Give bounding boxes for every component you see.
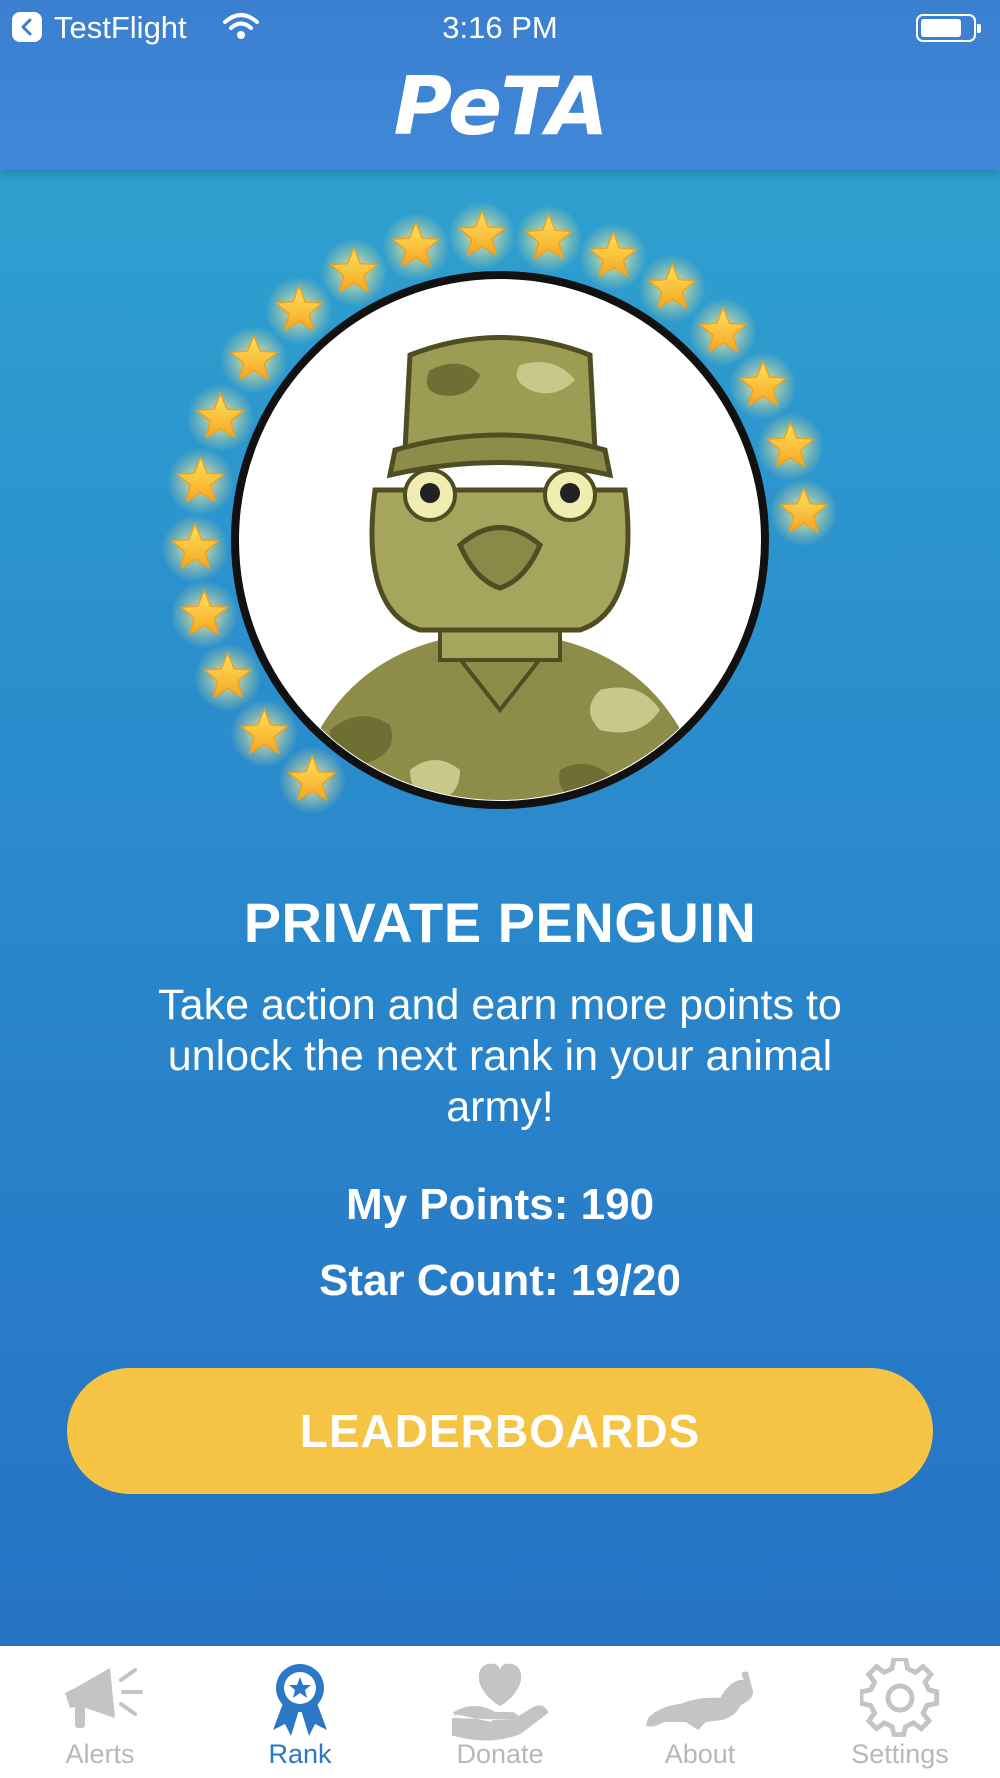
app-header: TestFlight 3:16 PM PeTA: [0, 0, 1000, 170]
status-time: 3:16 PM: [442, 10, 558, 45]
rank-title: PRIVATE PENGUIN: [243, 891, 757, 954]
star-count: Star Count: 19/20: [319, 1256, 681, 1305]
my-points: My Points: 190: [345, 1180, 655, 1229]
heart-hand-icon: [452, 1663, 549, 1741]
megaphone-icon: [65, 1668, 143, 1728]
rank-badge: [161, 201, 838, 815]
battery-icon: [916, 14, 981, 42]
tab-alerts[interactable]: Alerts: [0, 1646, 200, 1778]
rank-description: Take action and earn more points to unlo…: [158, 981, 842, 1131]
tab-bar: Alerts Rank Donate About Settings: [0, 1646, 1000, 1778]
ribbon-award-icon: [273, 1664, 327, 1736]
rabbit-icon: [646, 1671, 754, 1730]
tab-donate[interactable]: Donate: [400, 1646, 600, 1778]
leaderboards-button[interactable]: LEADERBOARDS: [67, 1368, 933, 1494]
tab-rank[interactable]: Rank: [200, 1646, 400, 1778]
tab-settings[interactable]: Settings: [800, 1646, 1000, 1778]
tab-about[interactable]: About: [600, 1646, 800, 1778]
rank-screen: PRIVATE PENGUIN Take action and earn mor…: [0, 170, 1000, 1646]
status-bar: TestFlight 3:16 PM: [0, 0, 1000, 56]
gear-icon: [860, 1658, 940, 1737]
peta-logo: PeTA: [393, 60, 608, 153]
